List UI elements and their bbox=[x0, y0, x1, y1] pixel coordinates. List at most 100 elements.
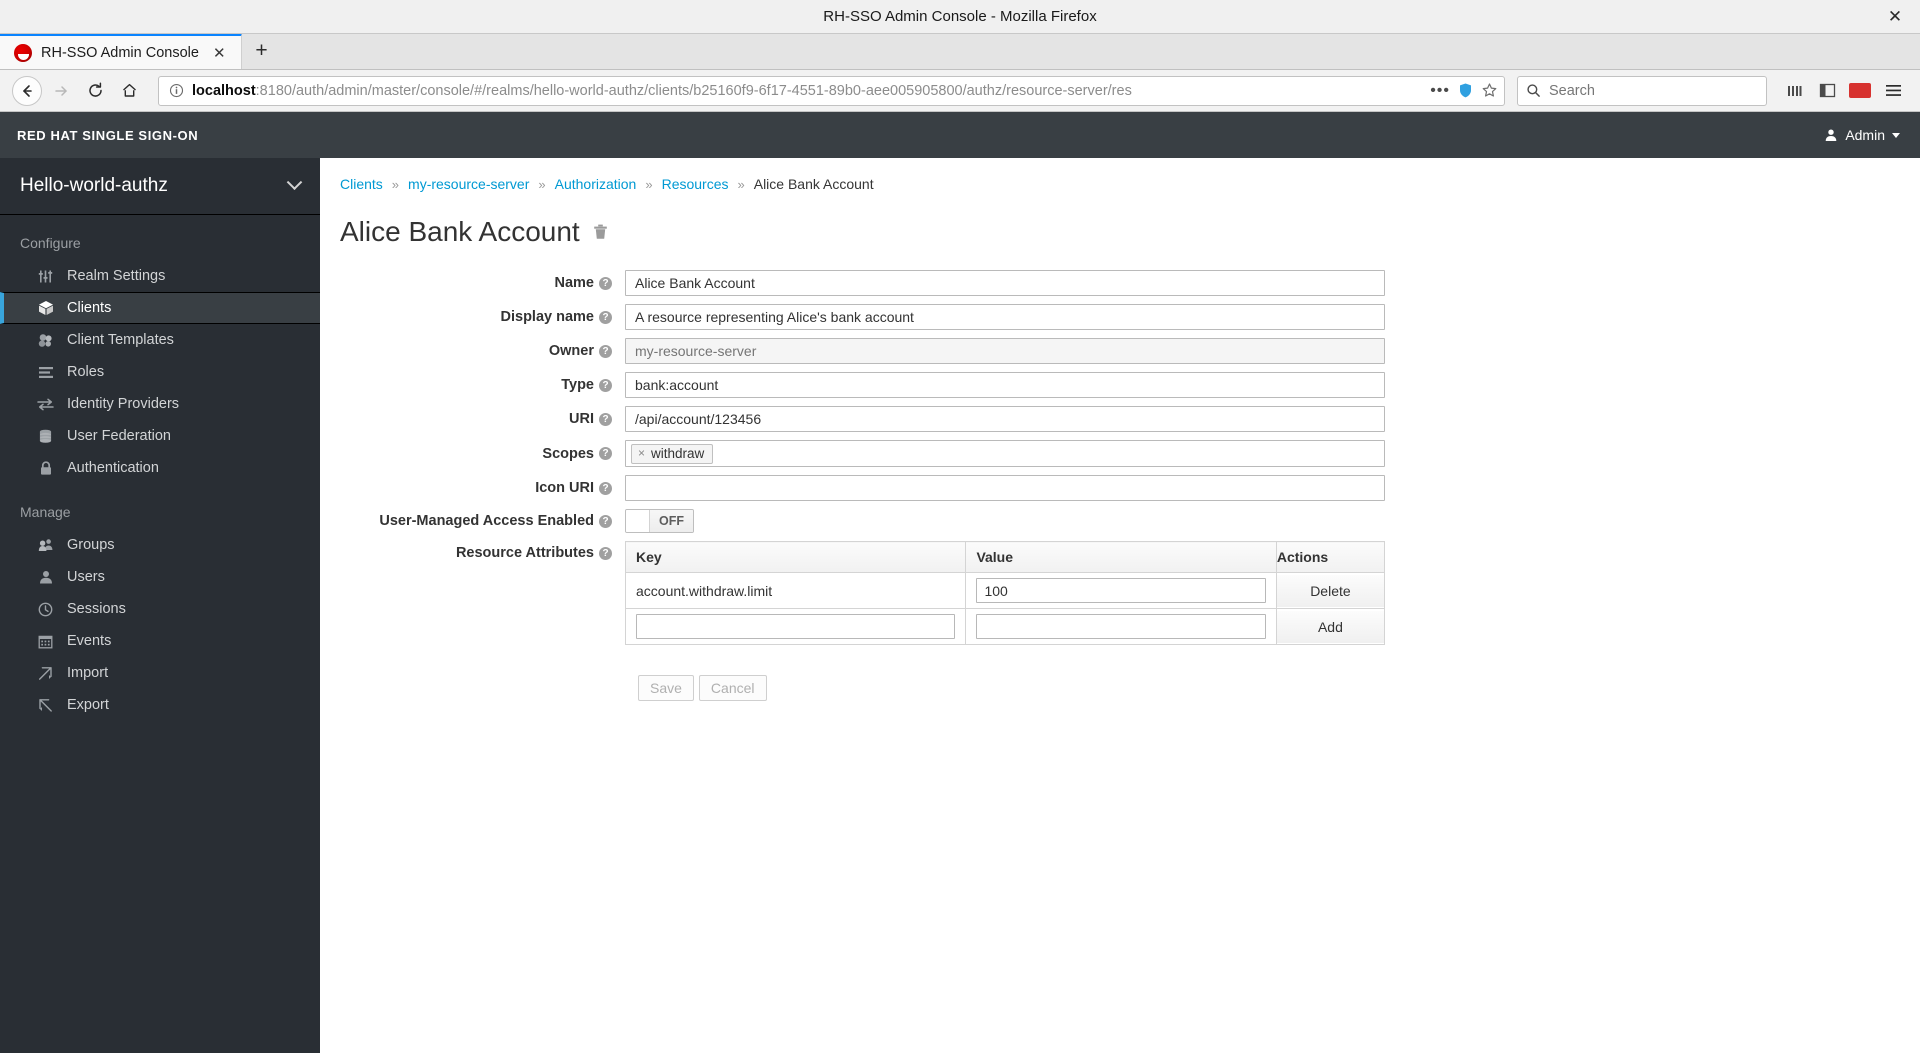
help-icon[interactable]: ? bbox=[599, 412, 612, 426]
new-attribute-value-input[interactable] bbox=[976, 614, 1266, 639]
breadcrumb-item-my-resource-server[interactable]: my-resource-server bbox=[408, 176, 529, 192]
add-attribute-button[interactable]: Add bbox=[1276, 610, 1384, 643]
blocks-icon bbox=[37, 333, 54, 348]
sidebar-toggle-button[interactable] bbox=[1812, 76, 1842, 106]
browser-search-bar[interactable]: Search bbox=[1517, 75, 1767, 106]
sidebar-item-clients[interactable]: Clients bbox=[0, 292, 320, 324]
help-icon[interactable]: ? bbox=[599, 344, 612, 358]
column-header-value: Value bbox=[965, 541, 1277, 573]
user-menu[interactable]: Admin bbox=[1824, 127, 1900, 143]
scope-chip-withdraw[interactable]: × withdraw bbox=[631, 443, 714, 464]
name-input[interactable] bbox=[625, 270, 1385, 296]
sidebar-item-export[interactable]: Export bbox=[0, 689, 320, 721]
app-masthead: RED HAT SINGLE SIGN-ON Admin bbox=[0, 112, 1920, 158]
breadcrumb-item-authorization[interactable]: Authorization bbox=[555, 176, 637, 192]
breadcrumb-separator: » bbox=[737, 176, 745, 192]
sidebar-item-users[interactable]: Users bbox=[0, 561, 320, 593]
main-content: Clients » my-resource-server » Authoriza… bbox=[320, 158, 1920, 1053]
label-resource-attributes: Resource Attributes ? bbox=[320, 541, 625, 561]
url-host: localhost bbox=[192, 82, 256, 99]
help-icon[interactable]: ? bbox=[599, 310, 612, 324]
help-icon[interactable]: ? bbox=[599, 481, 612, 495]
sidebar-item-groups[interactable]: Groups bbox=[0, 529, 320, 561]
resource-form: Name ? Display name ? Owner bbox=[320, 248, 1920, 701]
help-icon[interactable]: ? bbox=[599, 447, 612, 460]
realm-selector[interactable]: Hello-world-authz bbox=[0, 158, 320, 215]
new-attribute-actions-cell: Add bbox=[1275, 608, 1386, 645]
table-header-row: Key Value Actions bbox=[624, 541, 1386, 573]
pocket-button[interactable] bbox=[1845, 76, 1875, 106]
sidebar-heading-configure: Configure bbox=[20, 235, 81, 251]
toggle-handle[interactable] bbox=[626, 510, 649, 532]
new-tab-button[interactable]: + bbox=[242, 33, 282, 69]
display-name-input[interactable] bbox=[625, 304, 1385, 330]
type-input[interactable] bbox=[625, 372, 1385, 398]
label-icon-uri: Icon URI ? bbox=[320, 480, 625, 496]
attribute-value-input[interactable] bbox=[976, 578, 1266, 603]
chevron-down-icon bbox=[286, 173, 303, 190]
help-icon[interactable]: ? bbox=[599, 276, 612, 290]
label-scopes: Scopes ? bbox=[320, 446, 625, 462]
chevron-down-icon bbox=[1892, 132, 1900, 138]
home-button[interactable] bbox=[114, 76, 144, 106]
close-icon[interactable]: × bbox=[638, 446, 645, 460]
delete-attribute-button[interactable]: Delete bbox=[1276, 574, 1384, 607]
close-icon[interactable]: ✕ bbox=[208, 44, 231, 62]
label-display-name: Display name ? bbox=[320, 309, 625, 325]
help-icon[interactable]: ? bbox=[599, 378, 612, 392]
page-header: Alice Bank Account bbox=[320, 192, 1920, 248]
sidebar-item-label: Import bbox=[67, 665, 109, 681]
uma-toggle[interactable]: OFF bbox=[625, 509, 694, 533]
user-icon bbox=[1826, 129, 1837, 141]
column-header-key: Key bbox=[624, 541, 967, 573]
label-uri: URI ? bbox=[320, 411, 625, 427]
sidebar-item-events[interactable]: Events bbox=[0, 625, 320, 657]
address-bar[interactable]: localhost:8180/auth/admin/master/console… bbox=[158, 75, 1505, 106]
list-icon bbox=[37, 366, 54, 379]
scopes-input[interactable]: × withdraw bbox=[625, 440, 1385, 467]
groups-icon bbox=[37, 538, 54, 552]
menu-button[interactable] bbox=[1878, 76, 1908, 106]
help-icon[interactable]: ? bbox=[599, 514, 612, 528]
forward-button[interactable] bbox=[46, 76, 76, 106]
save-button[interactable]: Save bbox=[638, 675, 694, 701]
user-icon bbox=[37, 570, 54, 584]
field-row-icon-uri: Icon URI ? bbox=[320, 475, 1920, 501]
app-brand-logo: RED HAT SINGLE SIGN-ON bbox=[17, 127, 199, 143]
sidebar-item-authentication[interactable]: Authentication bbox=[0, 452, 320, 484]
column-header-actions: Actions bbox=[1275, 541, 1386, 573]
table-row: account.withdraw.limit Delete bbox=[624, 572, 1386, 609]
window-close-button[interactable]: ✕ bbox=[1884, 6, 1906, 28]
sidebar-item-user-federation[interactable]: User Federation bbox=[0, 420, 320, 452]
page-actions-icon[interactable]: ••• bbox=[1430, 82, 1450, 100]
label-uma: User-Managed Access Enabled ? bbox=[320, 513, 625, 529]
back-button[interactable] bbox=[12, 75, 42, 106]
uri-input[interactable] bbox=[625, 406, 1385, 432]
table-row-new: Add bbox=[624, 608, 1386, 645]
cancel-button[interactable]: Cancel bbox=[698, 675, 767, 701]
sidebar-section-configure: Configure Realm Settings Clients Client … bbox=[0, 215, 320, 484]
sidebar-item-roles[interactable]: Roles bbox=[0, 356, 320, 388]
field-row-uri: URI ? bbox=[320, 406, 1920, 432]
label-owner: Owner ? bbox=[320, 343, 625, 359]
trash-icon[interactable] bbox=[593, 224, 608, 240]
field-row-uma: User-Managed Access Enabled ? OFF bbox=[320, 509, 1920, 533]
breadcrumb-item-resources[interactable]: Resources bbox=[662, 176, 729, 192]
sidebar-item-client-templates[interactable]: Client Templates bbox=[0, 324, 320, 356]
breadcrumb-separator: » bbox=[391, 176, 400, 192]
breadcrumb-item-current: Alice Bank Account bbox=[753, 176, 874, 192]
icon-uri-input[interactable] bbox=[625, 475, 1385, 501]
new-attribute-key-input[interactable] bbox=[636, 614, 956, 639]
reload-button[interactable] bbox=[80, 76, 110, 106]
field-row-attributes: Resource Attributes ? Key Value Actions bbox=[320, 541, 1920, 645]
sidebar-item-sessions[interactable]: Sessions bbox=[0, 593, 320, 625]
sidebar-item-label: Events bbox=[67, 633, 112, 649]
sidebar-item-realm-settings[interactable]: Realm Settings bbox=[0, 260, 320, 292]
sidebar-item-import[interactable]: Import bbox=[0, 657, 320, 689]
sidebar-item-identity-providers[interactable]: Identity Providers bbox=[0, 388, 320, 420]
help-icon[interactable]: ? bbox=[599, 546, 612, 560]
browser-tab-active[interactable]: RH-SSO Admin Console ✕ bbox=[0, 33, 242, 69]
bookmark-star-icon bbox=[1482, 83, 1497, 97]
library-button[interactable] bbox=[1779, 76, 1809, 106]
breadcrumb-item-clients[interactable]: Clients bbox=[340, 176, 383, 192]
